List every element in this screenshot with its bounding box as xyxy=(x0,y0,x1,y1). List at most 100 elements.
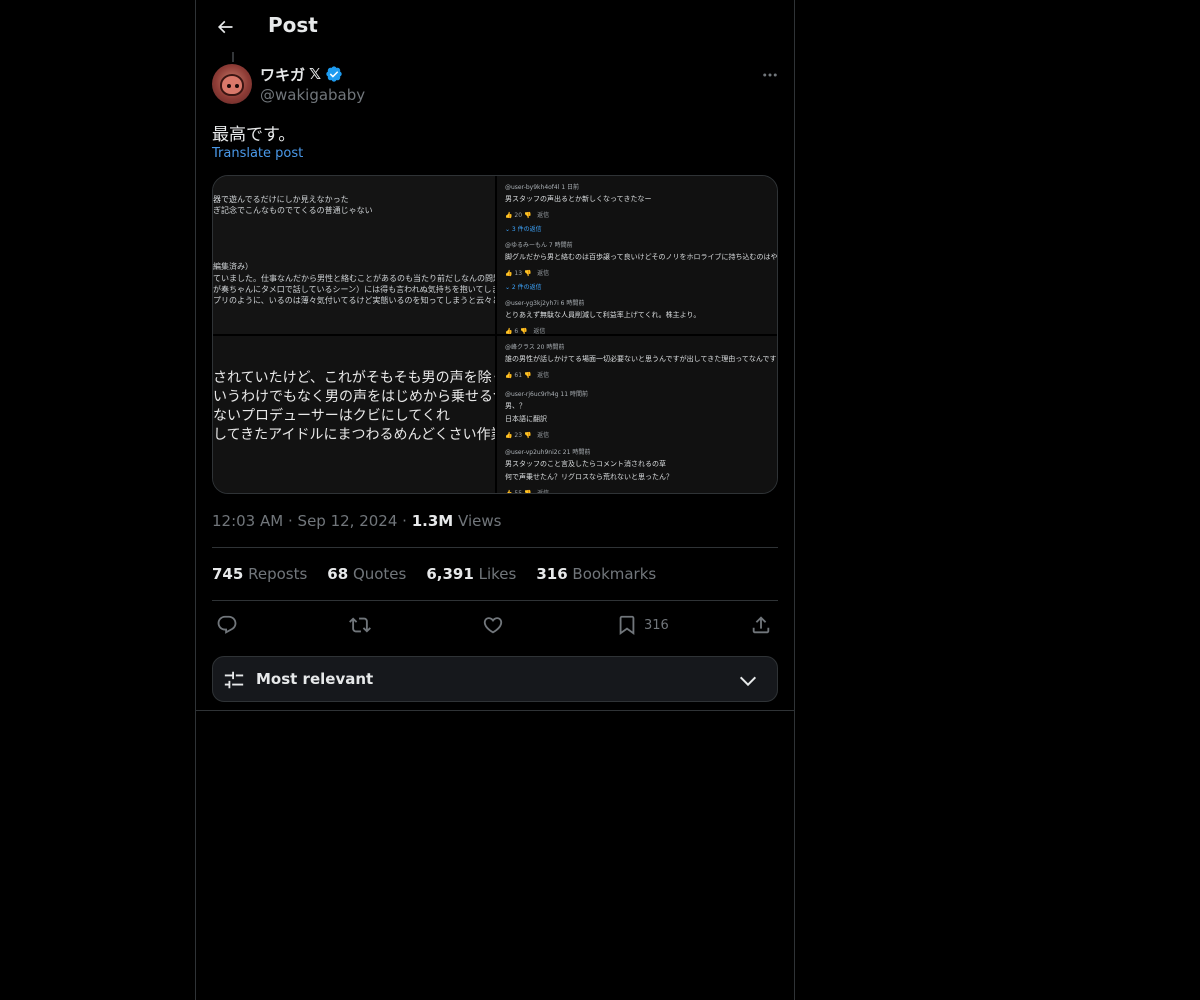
views-count: 1.3M xyxy=(411,512,454,530)
meta-separator: · xyxy=(402,512,407,530)
comment-replies: ⌄ 3 件の返信 xyxy=(505,226,542,233)
comment-likes: 20 xyxy=(514,212,523,219)
comment-reply: 返信 xyxy=(537,270,550,277)
comment-likes: 61 xyxy=(514,372,523,379)
stat-reposts[interactable]: 745 Reposts xyxy=(212,565,307,583)
stat-quotes[interactable]: 68 Quotes xyxy=(327,565,406,583)
media-text-line: してきたアイドルにまつわるめんどくさい作業をそ xyxy=(213,427,495,443)
media-image-4[interactable]: @峰クラス 20 時間前 誰の男性が話しかけてる場面一切必要ないと思うんですが出… xyxy=(497,336,778,494)
comment: @user-yg3kj2yh7i 6 時間前 とりあえず無駄な人員削減して利益率… xyxy=(505,298,777,334)
comment-reply: 返信 xyxy=(537,372,550,379)
comment-likes: 55 xyxy=(514,490,523,494)
divider xyxy=(212,547,778,548)
sort-label: Most relevant xyxy=(256,670,374,688)
comment-actions: 👍 61 👎 返信 xyxy=(505,372,550,379)
reply-icon xyxy=(217,615,237,634)
media-text-line: ぎ記念でこんなものでてくるの普通じゃない xyxy=(213,206,373,215)
post-date[interactable]: Sep 12, 2024 xyxy=(298,512,398,530)
display-name-row: ワキガ 𝕏 xyxy=(260,64,343,84)
bookmark-button[interactable]: 316 xyxy=(616,612,669,638)
header: Post xyxy=(196,0,794,54)
comment-likes: 13 xyxy=(514,270,523,277)
repost-icon xyxy=(349,617,371,633)
primary-column: Post ワキガ 𝕏 @wakigababy 最高です。 Translate p… xyxy=(195,0,795,1000)
sort-selector[interactable]: Most relevant xyxy=(212,656,778,702)
reply-button[interactable] xyxy=(216,612,238,638)
divider xyxy=(212,600,778,601)
media-text-line: が奏ちゃんにタメ口で話しているシーン）には得も言われぬ気持ちを抱いてしまいま xyxy=(213,285,495,294)
verified-badge-icon[interactable] xyxy=(325,65,343,83)
comment-user: @ゆるみーもん 7 時間前 xyxy=(505,242,573,249)
views-label: Views xyxy=(458,512,502,530)
media-text-line: ていました。仕事なんだから男性と絡むことがあるのも当たり前だしなんの問題もない xyxy=(213,274,495,283)
post-stats: 745 Reposts 68 Quotes 6,391 Likes 316 Bo… xyxy=(212,565,656,583)
share-button[interactable] xyxy=(750,612,772,638)
post-meta: 12:03 AM · Sep 12, 2024 · 1.3M Views xyxy=(212,512,501,530)
comment-user: @峰クラス 20 時間前 xyxy=(505,344,565,351)
stat-count: 68 xyxy=(327,565,349,583)
media-image-3[interactable]: されていたけど、これがそもそも男の声を除くつも いうわけでもなく男の声をはじめか… xyxy=(213,336,495,493)
comment: @user-rj6uc9rh4g 11 時間前 男、？ 日本語に翻訳 👍 23 … xyxy=(505,389,777,439)
avatar-eye xyxy=(235,84,239,88)
post-time[interactable]: 12:03 AM xyxy=(212,512,283,530)
action-bar: 316 xyxy=(212,612,778,640)
stat-count: 6,391 xyxy=(426,565,474,583)
comment-actions: 👍 23 👎 返信 xyxy=(505,432,550,439)
x-glyph: 𝕏 xyxy=(309,65,322,83)
media-divider xyxy=(213,334,777,336)
display-name[interactable]: ワキガ xyxy=(260,64,305,85)
arrow-left-icon xyxy=(217,20,233,34)
comment: @ゆるみーもん 7 時間前 脚グルだから男と絡むのは百歩譲って良いけどそのノリを… xyxy=(505,240,778,291)
comment-text: 男スタッフの声出るとか新しくなってきたなー xyxy=(505,195,652,203)
divider xyxy=(196,710,794,711)
more-button[interactable] xyxy=(758,64,782,86)
comment-user: @user-yg3kj2yh7i 6 時間前 xyxy=(505,300,585,307)
comment-replies: ⌄ 2 件の返信 xyxy=(505,284,542,291)
post-author: ワキガ 𝕏 @wakigababy xyxy=(212,64,778,108)
comment-text: 脚グルだから男と絡むのは百歩譲って良いけどそのノリをホロライブに持ち込むのはやめ… xyxy=(505,253,778,261)
media-grid[interactable]: 器で遊んでるだけにしか見えなかった ぎ記念でこんなものでてくるの普通じゃない 編… xyxy=(212,175,778,494)
comment: @峰クラス 20 時間前 誰の男性が話しかけてる場面一切必要ないと思うんですが出… xyxy=(505,342,778,379)
comment-actions: 👍 20 👎 返信 xyxy=(505,212,550,219)
comment: @user-by9kh4of4l 1 日前 男スタッフの声出るとか新しくなってき… xyxy=(505,182,777,233)
comment-text: 男、？ xyxy=(505,402,526,410)
comment-actions: 👍 13 👎 返信 xyxy=(505,270,550,277)
handle[interactable]: @wakigababy xyxy=(260,86,365,104)
media-text-line: 編集済み） xyxy=(213,262,253,271)
repost-button[interactable] xyxy=(349,612,371,638)
media-text-line: いうわけでもなく男の声をはじめから乗せるつもり xyxy=(213,389,495,405)
comment-likes: 23 xyxy=(514,432,523,439)
comment-user: @user-vp2uh9ni2c 21 時間前 xyxy=(505,449,591,456)
meta-separator: · xyxy=(287,512,293,530)
more-horizontal-icon xyxy=(763,73,777,77)
bookmark-count: 316 xyxy=(644,617,669,633)
comment-reply: 返信 xyxy=(537,490,550,494)
comment-translate: 日本語に翻訳 xyxy=(505,415,547,423)
stat-likes[interactable]: 6,391 Likes xyxy=(426,565,516,583)
back-button[interactable] xyxy=(208,10,242,44)
media-image-1[interactable]: 器で遊んでるだけにしか見えなかった ぎ記念でこんなものでてくるの普通じゃない 編… xyxy=(213,176,495,334)
stat-count: 745 xyxy=(212,565,244,583)
stat-label: Likes xyxy=(478,565,517,583)
comment-actions: 👍 55 👎 返信 xyxy=(505,488,777,494)
sliders-icon xyxy=(224,671,244,689)
post-text: 最高です。 xyxy=(212,125,296,145)
avatar-eye xyxy=(227,84,231,88)
media-image-2[interactable]: @user-by9kh4of4l 1 日前 男スタッフの声出るとか新しくなってき… xyxy=(497,176,778,334)
like-button[interactable] xyxy=(482,612,504,638)
avatar[interactable] xyxy=(212,64,252,104)
stat-label: Reposts xyxy=(248,565,308,583)
chevron-down-icon xyxy=(739,676,757,687)
stat-bookmarks[interactable]: 316 Bookmarks xyxy=(536,565,656,583)
comment: @user-vp2uh9ni2c 21 時間前 男スタッフのこと言及したらコメン… xyxy=(505,447,777,494)
comment-actions: 👍 6 👎 返信 xyxy=(505,328,546,334)
comment-text: とりあえず無駄な人員削減して利益率上げてくれ。株主より。 xyxy=(505,311,701,319)
stat-label: Quotes xyxy=(352,565,407,583)
bookmark-icon xyxy=(619,615,635,636)
comment-text: 誰の男性が話しかけてる場面一切必要ないと思うんですが出してきた理由ってなんですか xyxy=(505,355,778,363)
media-text-line: ないプロデューサーはクビにしてくれ xyxy=(213,408,450,424)
avatar-face xyxy=(220,74,244,96)
translate-post-link[interactable]: Translate post xyxy=(212,146,303,161)
media-text-line: されていたけど、これがそもそも男の声を除くつも xyxy=(213,370,495,386)
comment-reply: 返信 xyxy=(537,212,550,219)
